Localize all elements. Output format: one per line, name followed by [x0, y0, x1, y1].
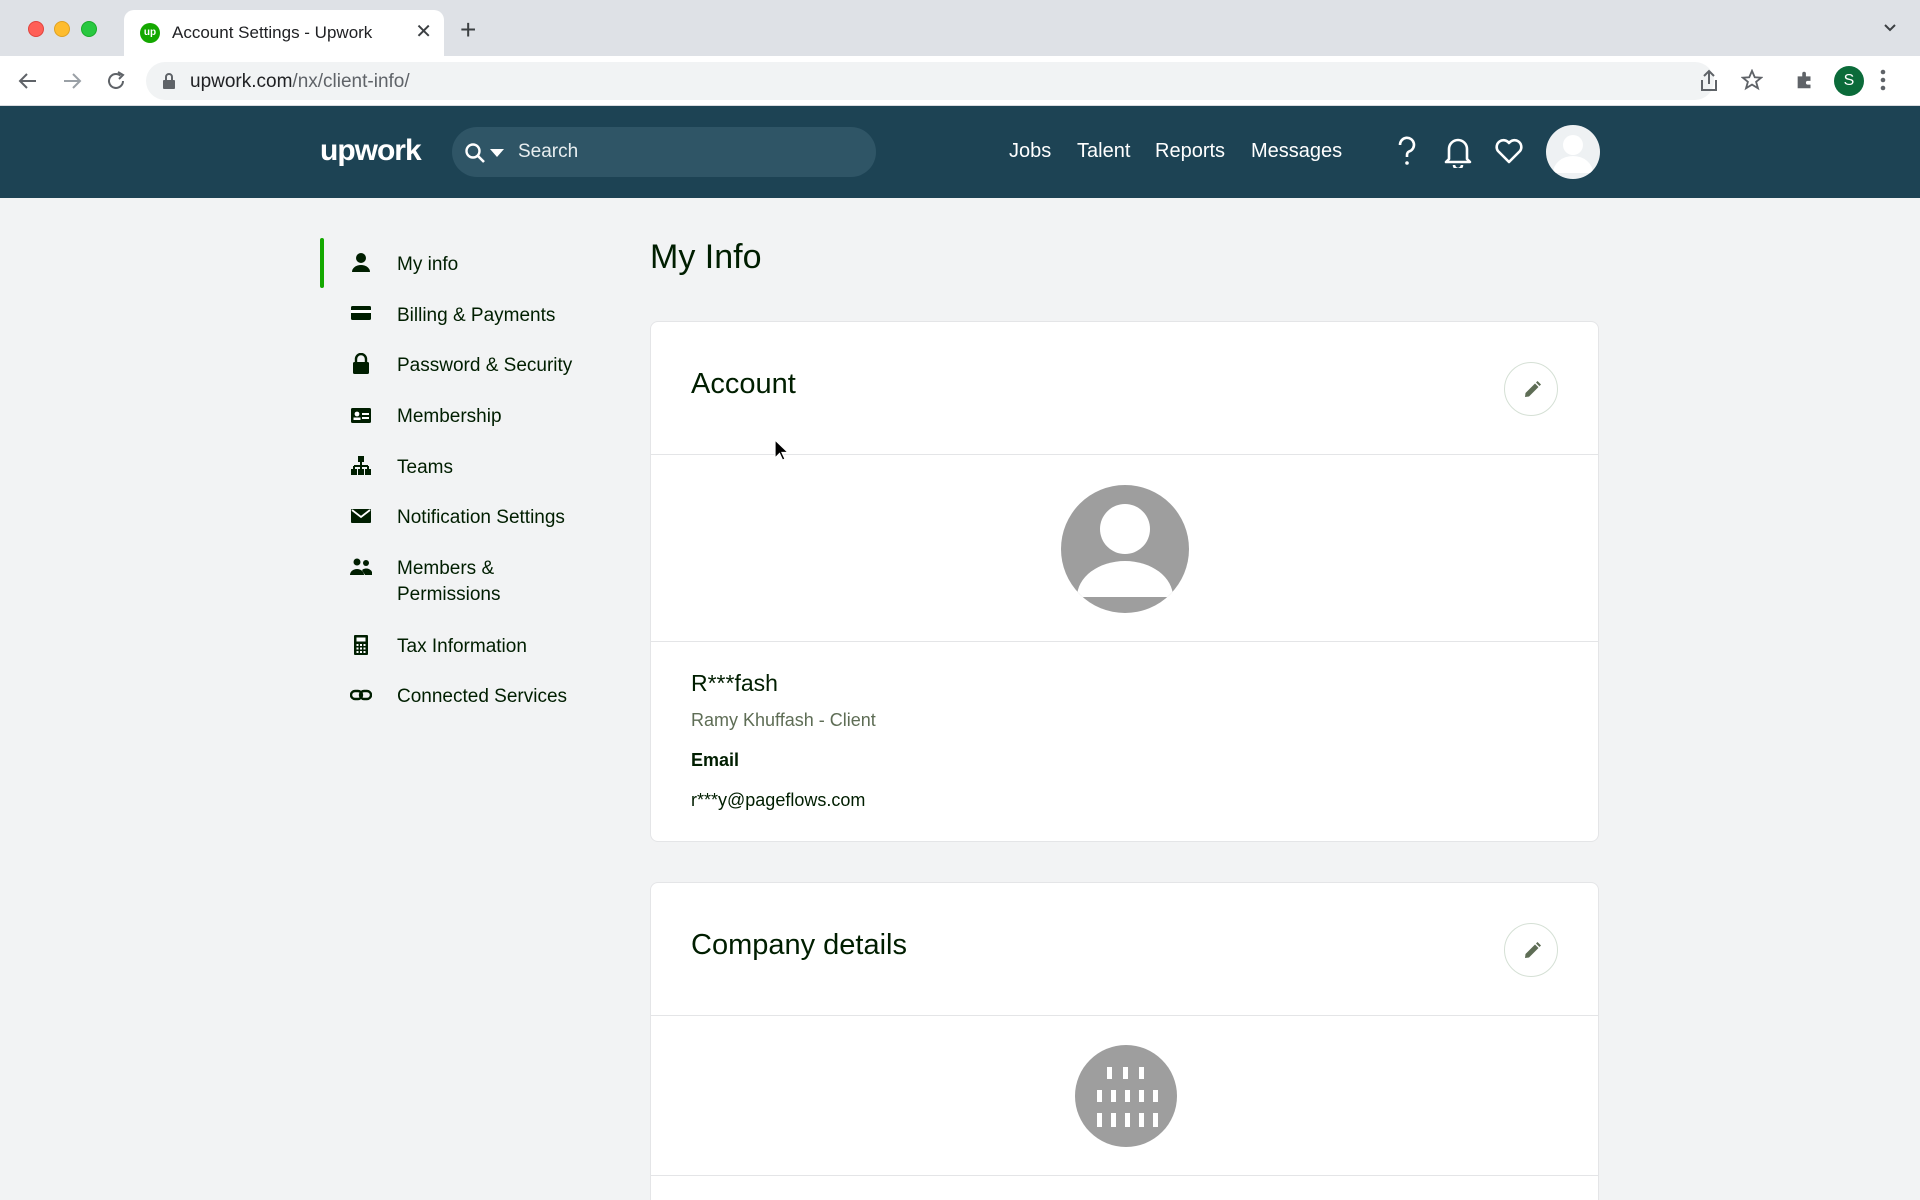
sidebar-item-members-permissions[interactable]: Members & Permissions: [320, 542, 620, 620]
card-icon: [351, 306, 371, 320]
share-icon[interactable]: [1698, 69, 1720, 93]
sidebar-item-billing[interactable]: Billing & Payments: [320, 289, 620, 339]
edit-company-button[interactable]: [1504, 923, 1558, 977]
sidebar-item-connected-services[interactable]: Connected Services: [320, 670, 620, 720]
heart-icon[interactable]: [1494, 136, 1524, 166]
card-divider: [651, 454, 1598, 455]
close-window-button[interactable]: [28, 21, 44, 37]
user-avatar-icon: [1553, 135, 1593, 173]
url-text: upwork.com/nx/client-info/: [190, 71, 410, 93]
link-icon: [350, 689, 372, 701]
company-card-title: Company details: [691, 929, 907, 961]
email-value: r***y@pageflows.com: [691, 790, 866, 810]
calculator-icon: [354, 635, 368, 655]
card-divider: [651, 641, 1598, 642]
forward-icon[interactable]: [60, 69, 84, 93]
person-icon: [352, 253, 370, 272]
back-icon[interactable]: [16, 69, 40, 93]
sidebar-item-label: My info: [397, 254, 459, 275]
building-icon: [1097, 1067, 1158, 1127]
sidebar-item-label: Tax Information: [397, 636, 527, 657]
maximize-window-button[interactable]: [81, 21, 97, 37]
account-card-title: Account: [691, 368, 796, 400]
email-label: Email: [691, 750, 740, 770]
lock-icon: [163, 73, 175, 89]
sidebar-item-my-info[interactable]: My info: [320, 238, 620, 288]
browser-toolbar: upwork.com/nx/client-info/ S: [0, 56, 1920, 106]
address-bar[interactable]: upwork.com/nx/client-info/: [146, 62, 1714, 100]
sidebar-item-notification-settings[interactable]: Notification Settings: [320, 491, 620, 541]
new-tab-icon[interactable]: +: [460, 16, 476, 44]
account-avatar[interactable]: [1061, 485, 1189, 613]
account-card: Account R***fash Ramy Khuffash - Client …: [650, 321, 1599, 842]
search-box[interactable]: Search: [452, 127, 876, 177]
account-full-name: Ramy Khuffash - Client: [691, 710, 876, 730]
help-icon[interactable]: [1396, 136, 1418, 168]
sidebar-item-password-security[interactable]: Password & Security: [320, 339, 620, 389]
tab-list-chevron-icon[interactable]: [1882, 20, 1898, 36]
user-avatar[interactable]: [1546, 125, 1600, 179]
sidebar-item-label: Connected Services: [397, 686, 568, 707]
sidebar-item-label: Notification Settings: [397, 507, 565, 528]
pencil-icon: [1525, 381, 1541, 397]
sidebar-item-membership[interactable]: Membership: [320, 390, 620, 440]
url-path: /nx/client-info/: [292, 71, 410, 92]
bell-icon[interactable]: [1444, 136, 1472, 168]
search-input[interactable]: Search: [518, 141, 578, 163]
page-title: My Info: [650, 238, 762, 276]
browser-tab-bar: up Account Settings - Upwork ✕ +: [0, 0, 1920, 56]
org-chart-icon: [351, 456, 371, 475]
search-dropdown-caret-icon[interactable]: [490, 149, 504, 157]
sidebar-item-label: Billing & Payments: [397, 305, 556, 326]
nav-reports[interactable]: Reports: [1155, 140, 1225, 163]
edit-account-button[interactable]: [1504, 362, 1558, 416]
envelope-icon: [351, 509, 371, 523]
account-name: R***fash: [691, 670, 778, 696]
nav-messages[interactable]: Messages: [1251, 140, 1342, 163]
minimize-window-button[interactable]: [54, 21, 70, 37]
upwork-header: upwork Search Jobs Talent Reports Messag…: [0, 106, 1920, 198]
extensions-icon[interactable]: [1794, 69, 1816, 91]
sidebar-item-label: Password & Security: [397, 355, 573, 376]
nav-talent[interactable]: Talent: [1077, 140, 1130, 163]
sidebar-item-tax-information[interactable]: Tax Information: [320, 620, 620, 670]
profile-avatar[interactable]: S: [1834, 66, 1864, 96]
upwork-favicon-icon: up: [140, 23, 160, 43]
tab-close-icon[interactable]: ✕: [415, 20, 432, 44]
sidebar-item-label: Membership: [397, 406, 502, 427]
sidebar-item-teams[interactable]: Teams: [320, 441, 620, 491]
lock-icon: [353, 353, 369, 374]
search-icon: [465, 143, 485, 163]
menu-icon[interactable]: [1880, 69, 1886, 91]
sidebar-item-label: Members & Permissions: [397, 558, 501, 605]
sidebar-item-label: Teams: [397, 457, 453, 478]
pencil-icon: [1525, 942, 1541, 958]
browser-tab[interactable]: up Account Settings - Upwork ✕: [124, 10, 444, 56]
company-details-card: Company details: [650, 882, 1599, 1200]
reload-icon[interactable]: [104, 69, 128, 93]
mouse-cursor-icon: [774, 439, 790, 461]
card-divider: [651, 1015, 1598, 1016]
id-card-icon: [351, 408, 371, 423]
tab-title: Account Settings - Upwork: [172, 23, 373, 42]
card-divider: [651, 1175, 1598, 1176]
url-domain: upwork.com: [190, 71, 293, 92]
star-icon[interactable]: [1741, 69, 1763, 91]
company-logo[interactable]: [1075, 1045, 1177, 1147]
nav-jobs[interactable]: Jobs: [1009, 140, 1051, 163]
default-avatar-icon: [1077, 504, 1173, 597]
people-icon: [350, 558, 372, 575]
upwork-logo[interactable]: upwork: [320, 134, 422, 168]
active-indicator: [320, 238, 324, 288]
